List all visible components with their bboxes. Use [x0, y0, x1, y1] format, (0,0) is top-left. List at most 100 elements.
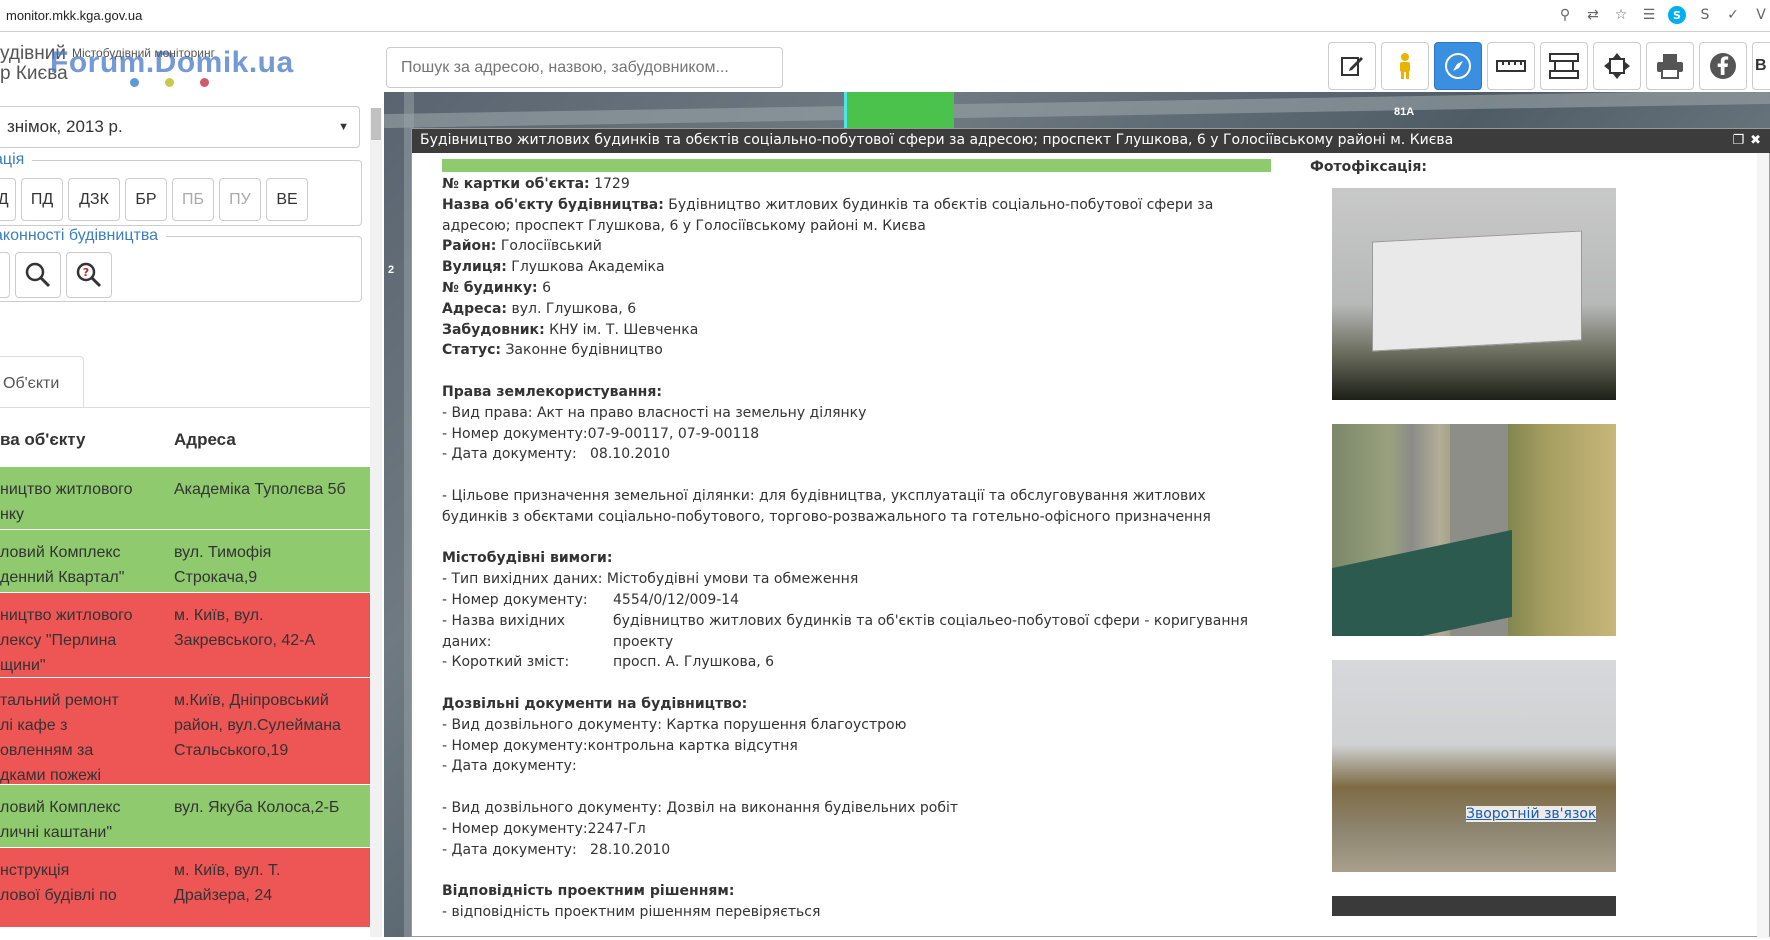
- url-text[interactable]: monitor.mkk.kga.gov.ua: [6, 8, 142, 23]
- close-icon[interactable]: ✖: [1750, 133, 1761, 148]
- urban-name-row: - Назва вихідних даних: будівництво житло…: [442, 611, 1272, 653]
- street-value: Глушкова Академіка: [511, 259, 665, 276]
- translate-icon[interactable]: ⇄: [1584, 6, 1602, 24]
- category-vd-button[interactable]: ВД: [0, 178, 16, 221]
- brand-dot-yellow: [165, 78, 174, 87]
- skype-icon[interactable]: S: [1668, 6, 1686, 24]
- site-photo[interactable]: [1332, 188, 1616, 400]
- developer-value: КНУ ім. Т. Шевченка: [549, 321, 699, 338]
- popup-title: Будівництво житлових будинків та обєктів…: [420, 132, 1454, 148]
- site-photo[interactable]: [1332, 660, 1616, 872]
- zoom-icon[interactable]: ⚲: [1556, 6, 1574, 24]
- popup-details: № картки об'єкта: 1729 Назва об'єкту буд…: [442, 159, 1272, 923]
- table-row[interactable]: тальний ремонт лі кафе з овленням за дка…: [0, 677, 370, 784]
- category-pb-button[interactable]: ПБ: [172, 178, 214, 221]
- year-select[interactable]: знімок, 2013 р. ▼: [0, 106, 360, 148]
- compass-button[interactable]: [1434, 42, 1482, 90]
- land-rights-heading: Права землекористування:: [442, 383, 662, 400]
- row-name: ництво житлового лексу "Перлина щини": [0, 607, 133, 674]
- table-row[interactable]: ловий Комплекс денний Квартал" вул. Тимо…: [0, 529, 370, 592]
- row-name: ловий Комплекс денний Квартал": [0, 544, 125, 586]
- v-icon[interactable]: V: [1752, 6, 1770, 24]
- row-name: тальний ремонт лі кафе з овленням за дка…: [0, 692, 119, 784]
- row-address: вул. Тимофія Строкача,9: [174, 544, 272, 586]
- facebook-icon: [1710, 53, 1736, 79]
- permit-date: - Дата документу: 28.10.2010: [442, 841, 671, 858]
- restore-icon[interactable]: ❐: [1732, 133, 1744, 148]
- site-photo[interactable]: [1332, 424, 1616, 636]
- compliance-status: - відповідність проектним рішенням перев…: [442, 903, 821, 920]
- map-label: 2: [388, 264, 395, 276]
- filter-cut-button[interactable]: [0, 252, 10, 298]
- column-address-header[interactable]: Адреса: [174, 430, 236, 450]
- map-road: [384, 92, 1770, 129]
- status-value: Законне будівництво: [505, 342, 663, 359]
- popup-title-bar: Будівництво житлових будинків та обєктів…: [412, 129, 1770, 153]
- ruler-icon: [1496, 60, 1526, 72]
- category-pu-button[interactable]: ПУ: [219, 178, 261, 221]
- table-row[interactable]: ництво житлового лексу "Перлина щини" м.…: [0, 592, 370, 677]
- row-address: м. Київ, вул. Закревського, 42-А: [174, 607, 316, 649]
- star-icon[interactable]: ☆: [1612, 6, 1630, 24]
- category-dzk-button[interactable]: ДЗК: [68, 178, 120, 221]
- urban-data-type: - Тип вихідних даних: Містобудівні умови…: [442, 571, 859, 588]
- tab-objects[interactable]: Об'єкти: [0, 356, 84, 408]
- popup-scrollbar[interactable]: [1757, 153, 1769, 938]
- street-view-button[interactable]: [1381, 42, 1429, 90]
- search-question-icon: ?: [76, 262, 102, 288]
- photos-heading: Фотофіксація:: [1310, 159, 1427, 175]
- ruler-button[interactable]: [1487, 42, 1535, 90]
- house-value: 6: [542, 279, 552, 296]
- area-measure-button[interactable]: [1540, 42, 1588, 90]
- brand-dot-pink: [200, 78, 209, 87]
- object-name-value: Будівництво житлових будинків та обєктів…: [668, 196, 1214, 213]
- browser-icons: ⚲ ⇄ ☆ ☰ S S ✓ V: [1556, 6, 1770, 24]
- table-row[interactable]: ловий Комплекс личні каштани" вул. Якуба…: [0, 784, 370, 847]
- object-info-popup: Будівництво житлових будинків та обєктів…: [411, 128, 1770, 940]
- category-pd-button[interactable]: ПД: [21, 178, 63, 221]
- permit-type: - Вид дозвільного документу: Дозвіл на в…: [442, 799, 958, 816]
- photo-gallery: Фотофіксація:: [1310, 159, 1616, 940]
- map-label: 81А: [1394, 106, 1415, 118]
- permit-type: - Вид дозвільного документу: Картка пору…: [442, 716, 907, 733]
- category-br-button[interactable]: БР: [125, 178, 167, 221]
- category-ve-button[interactable]: ВЕ: [266, 178, 308, 221]
- skype-gray-icon[interactable]: S: [1696, 6, 1714, 24]
- land-right-type: - Вид права: Акт на право власності на з…: [442, 404, 867, 421]
- print-button[interactable]: [1646, 42, 1694, 90]
- search-help-button[interactable]: ?: [66, 252, 112, 298]
- urban-requirements-heading: Містобудівні вимоги:: [442, 550, 613, 567]
- urban-doc-row: - Номер документу: 4554/0/12/009-14: [442, 590, 1272, 611]
- table-row[interactable]: нструкція лової будівлі по м. Київ, вул.…: [0, 847, 370, 927]
- extension-icon[interactable]: ☰: [1640, 6, 1658, 24]
- site-photo[interactable]: [1332, 896, 1616, 916]
- pan-button[interactable]: [1593, 42, 1641, 90]
- street-row: Вулиця: Глушкова Академіка: [442, 257, 1272, 278]
- brand-dot-blue: [130, 78, 139, 87]
- browser-address-bar[interactable]: monitor.mkk.kga.gov.ua ⚲ ⇄ ☆ ☰ S S ✓ V: [0, 0, 1770, 32]
- check-icon[interactable]: ✓: [1724, 6, 1742, 24]
- district-row: Район: Голосіївський: [442, 236, 1272, 257]
- map-toolbar: B: [1328, 42, 1770, 90]
- land-doc-number: - Номер документу:07-9-00117, 07-9-00118: [442, 425, 760, 442]
- sidebar: знімок, 2013 р. ▼ ація ВД ПД ДЗК БР ПБ П…: [0, 92, 384, 937]
- sidebar-scrollbar[interactable]: [370, 108, 382, 937]
- table-row[interactable]: ництво житлового нку Академіка Туполєва …: [0, 466, 370, 529]
- search-input[interactable]: [386, 47, 783, 88]
- chevron-down-icon: ▼: [338, 121, 349, 133]
- map-green-area: [844, 92, 954, 130]
- feedback-link[interactable]: Зворотній зв'язок: [1466, 806, 1597, 822]
- search-button[interactable]: [15, 252, 61, 298]
- scrollbar-thumb[interactable]: [371, 108, 381, 140]
- urban-doc-label: - Номер документу:: [442, 591, 588, 608]
- permit-number: - Номер документу:контрольна картка відс…: [442, 737, 798, 754]
- compass-icon: [1445, 53, 1471, 79]
- person-icon: [1400, 53, 1410, 79]
- row-address: Академіка Туполєва 5б: [174, 481, 346, 498]
- edit-button[interactable]: [1328, 42, 1376, 90]
- column-name-header[interactable]: ва об'єкту: [0, 430, 85, 450]
- facebook-button[interactable]: [1699, 42, 1747, 90]
- category-buttons: ВД ПД ДЗК БР ПБ ПУ ВЕ: [0, 178, 308, 221]
- language-button[interactable]: B: [1752, 42, 1770, 90]
- address-label: Адреса:: [442, 300, 508, 317]
